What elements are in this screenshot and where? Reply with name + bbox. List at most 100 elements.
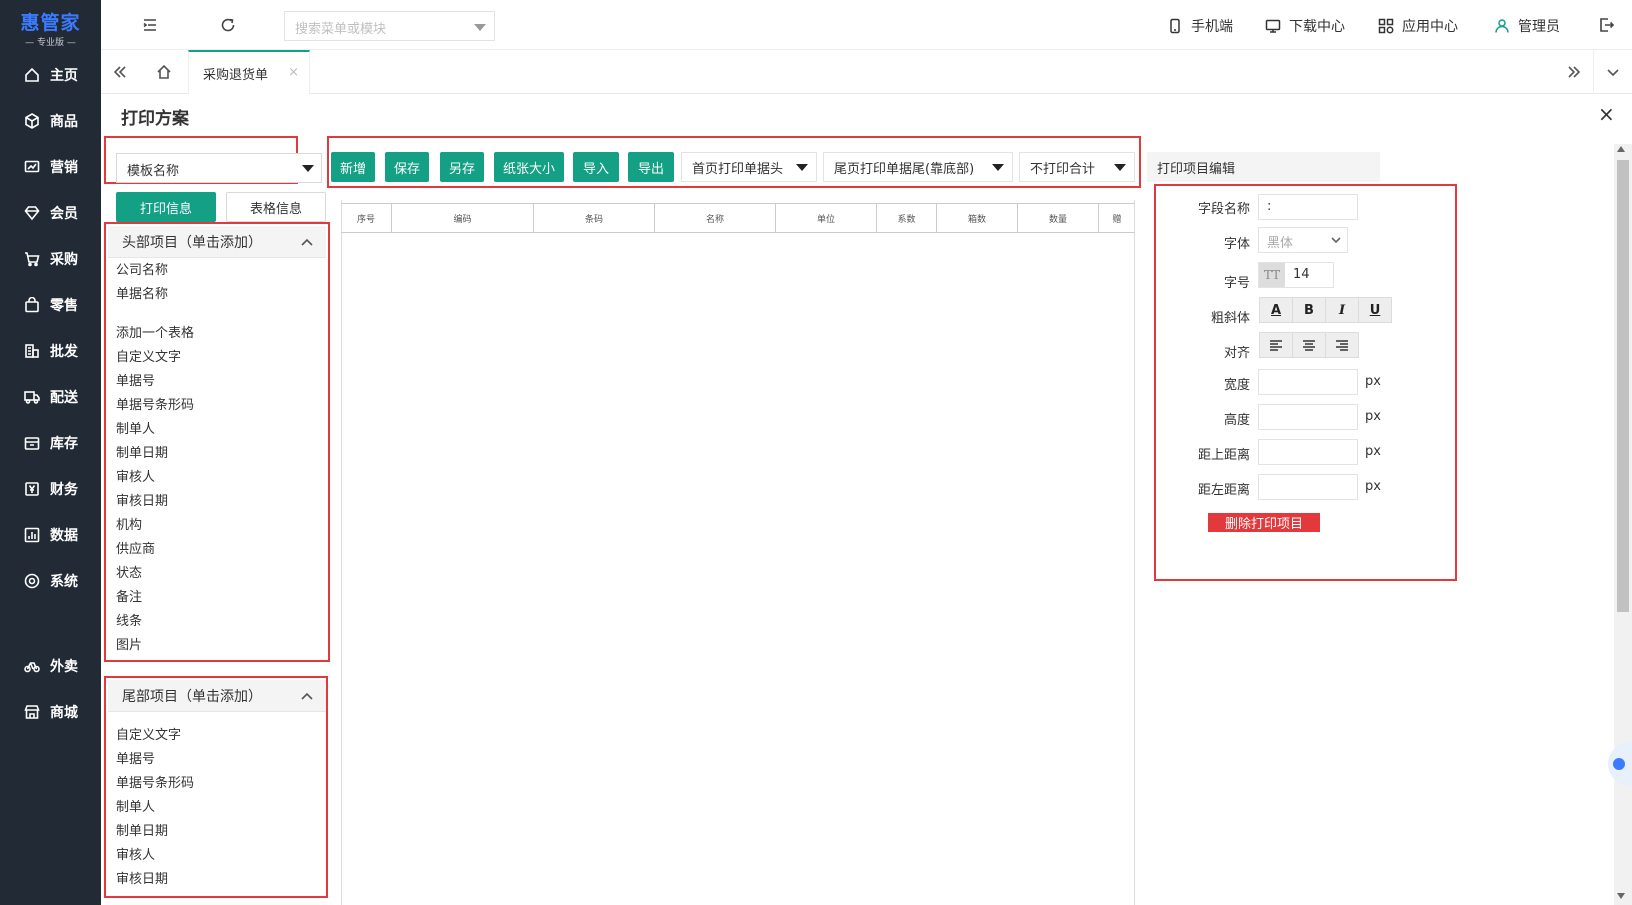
table-header-cell[interactable]: 赠 [1099, 204, 1135, 232]
table-header-cell[interactable]: 编码 [392, 204, 534, 232]
sidebar-item-marketing[interactable]: 营销 [0, 147, 101, 187]
brand-name: 惠管家 [20, 12, 81, 34]
table-header-cell[interactable]: 条码 [534, 204, 655, 232]
subtab-print-info[interactable]: 打印信息 [116, 192, 216, 222]
table-header-cell[interactable]: 名称 [655, 204, 776, 232]
delete-print-item-button[interactable]: 删除打印项目 [1208, 513, 1320, 532]
subtab-table-info[interactable]: 表格信息 [226, 192, 326, 222]
sidebar-item-takeout[interactable]: 外卖 [0, 646, 101, 686]
align-center-button[interactable] [1292, 332, 1326, 358]
save-button[interactable]: 保存 [385, 152, 429, 182]
export-button[interactable]: 导出 [628, 152, 674, 182]
scroll-up-icon[interactable] [1617, 146, 1625, 152]
list-item[interactable]: 自定义文字 [116, 348, 181, 368]
dialog-close-button[interactable]: × [1598, 104, 1615, 124]
tab-home[interactable] [145, 50, 183, 94]
list-item[interactable]: 制单人 [116, 420, 155, 440]
sidebar-item-wholesale[interactable]: 批发 [0, 331, 101, 371]
sidebar-item-system[interactable]: 系统 [0, 561, 101, 601]
sidebar-item-inventory[interactable]: 库存 [0, 423, 101, 463]
table-header-cell[interactable]: 数量 [1018, 204, 1099, 232]
footer-print-dropdown[interactable]: 尾页打印单据尾(靠底部) [823, 152, 1013, 182]
save-as-button[interactable]: 另存 [440, 152, 484, 182]
list-item[interactable]: 机构 [116, 516, 142, 536]
scrollbar-thumb[interactable] [1617, 160, 1629, 612]
align-right-icon [1336, 340, 1348, 351]
list-item[interactable]: 线条 [116, 612, 142, 632]
refresh-button[interactable] [217, 14, 239, 36]
mobile-link[interactable]: 手机端 [1167, 16, 1233, 36]
header-print-dropdown[interactable]: 首页打印单据头 [681, 152, 817, 182]
search-input[interactable]: 搜索菜单或模块 [284, 11, 495, 41]
print-canvas[interactable] [341, 200, 1135, 905]
align-left-button[interactable] [1259, 332, 1293, 358]
list-item[interactable]: 单据号 [116, 372, 155, 392]
total-print-dropdown[interactable]: 不打印合计 [1019, 152, 1135, 182]
list-item[interactable]: 单据号 [116, 750, 155, 770]
menu-toggle-button[interactable] [139, 14, 161, 36]
download-center-link[interactable]: 下载中心 [1265, 16, 1345, 36]
sidebar-item-member[interactable]: 会员 [0, 193, 101, 233]
group-title: 头部项目（单击添加） [122, 234, 262, 251]
sidebar-item-mall[interactable]: 商城 [0, 692, 101, 732]
align-right-button[interactable] [1325, 332, 1359, 358]
list-item[interactable]: 公司名称 [116, 261, 168, 281]
sidebar-item-goods[interactable]: 商品 [0, 101, 101, 141]
tabs-scroll-left-button[interactable] [101, 50, 139, 94]
tabs-scroll-right-button[interactable] [1555, 50, 1593, 94]
width-input[interactable] [1258, 369, 1358, 395]
list-item[interactable]: 审核人 [116, 468, 155, 488]
table-header-cell[interactable]: 序号 [341, 204, 392, 232]
sidebar-item-delivery[interactable]: 配送 [0, 377, 101, 417]
list-item[interactable]: 自定义文字 [116, 726, 181, 746]
height-input[interactable] [1258, 404, 1358, 430]
close-icon[interactable]: × [288, 65, 299, 80]
table-header-cell[interactable]: 系数 [877, 204, 937, 232]
list-item[interactable]: 审核日期 [116, 492, 168, 512]
tabs-menu-button[interactable] [1593, 50, 1631, 94]
list-item[interactable]: 制单日期 [116, 822, 168, 842]
app-center-link[interactable]: 应用中心 [1378, 16, 1458, 36]
list-item[interactable]: 备注 [116, 588, 142, 608]
list-item[interactable]: 添加一个表格 [116, 324, 194, 344]
bold-button[interactable]: B [1292, 297, 1326, 323]
list-item[interactable]: 图片 [116, 636, 142, 656]
sidebar-item-retail[interactable]: 零售 [0, 285, 101, 325]
list-item[interactable]: 单据号条形码 [116, 396, 194, 416]
table-header-cell[interactable]: 单位 [776, 204, 877, 232]
underline-button[interactable]: U [1358, 297, 1392, 323]
sidebar-item-label: 外卖 [50, 659, 78, 675]
user-menu[interactable]: 管理员 [1494, 16, 1560, 36]
template-select[interactable]: 模板名称 [116, 153, 322, 183]
list-item[interactable]: 状态 [116, 564, 142, 584]
list-item[interactable]: 审核人 [116, 846, 155, 866]
add-button[interactable]: 新增 [331, 152, 375, 182]
floating-assistant[interactable] [1608, 742, 1632, 786]
logout-button[interactable] [1595, 14, 1617, 36]
list-item[interactable]: 制单人 [116, 798, 155, 818]
scroll-down-icon[interactable] [1617, 893, 1625, 899]
sidebar-item-home[interactable]: 主页 [0, 55, 101, 95]
list-item[interactable]: 供应商 [116, 540, 155, 560]
font-color-button[interactable]: A [1259, 297, 1293, 323]
canvas-table-header[interactable]: 序号 编码 条码 名称 单位 系数 箱数 数量 赠 [341, 203, 1135, 233]
sidebar-item-data[interactable]: 数据 [0, 515, 101, 555]
list-item[interactable]: 审核日期 [116, 870, 168, 890]
field-name-input[interactable]: : [1258, 194, 1358, 220]
footer-items-group[interactable]: 尾部项目（单击添加） [108, 680, 326, 712]
top-offset-input[interactable] [1258, 439, 1358, 465]
tab-purchase-return[interactable]: 采购退货单 × [188, 50, 310, 94]
list-item[interactable]: 单据名称 [116, 285, 168, 305]
list-item[interactable]: 制单日期 [116, 444, 168, 464]
left-offset-input[interactable] [1258, 474, 1358, 500]
list-item[interactable]: 单据号条形码 [116, 774, 194, 794]
font-select[interactable]: 黑体 [1258, 227, 1348, 253]
table-header-cell[interactable]: 箱数 [937, 204, 1018, 232]
italic-button[interactable]: I [1325, 297, 1359, 323]
sidebar-item-finance[interactable]: 财务 [0, 469, 101, 509]
import-button[interactable]: 导入 [573, 152, 619, 182]
paper-size-button[interactable]: 纸张大小 [494, 152, 564, 182]
sidebar-item-purchase[interactable]: 采购 [0, 239, 101, 279]
font-size-input[interactable]: TT 14 [1258, 262, 1334, 288]
header-items-group[interactable]: 头部项目（单击添加） [108, 226, 326, 258]
